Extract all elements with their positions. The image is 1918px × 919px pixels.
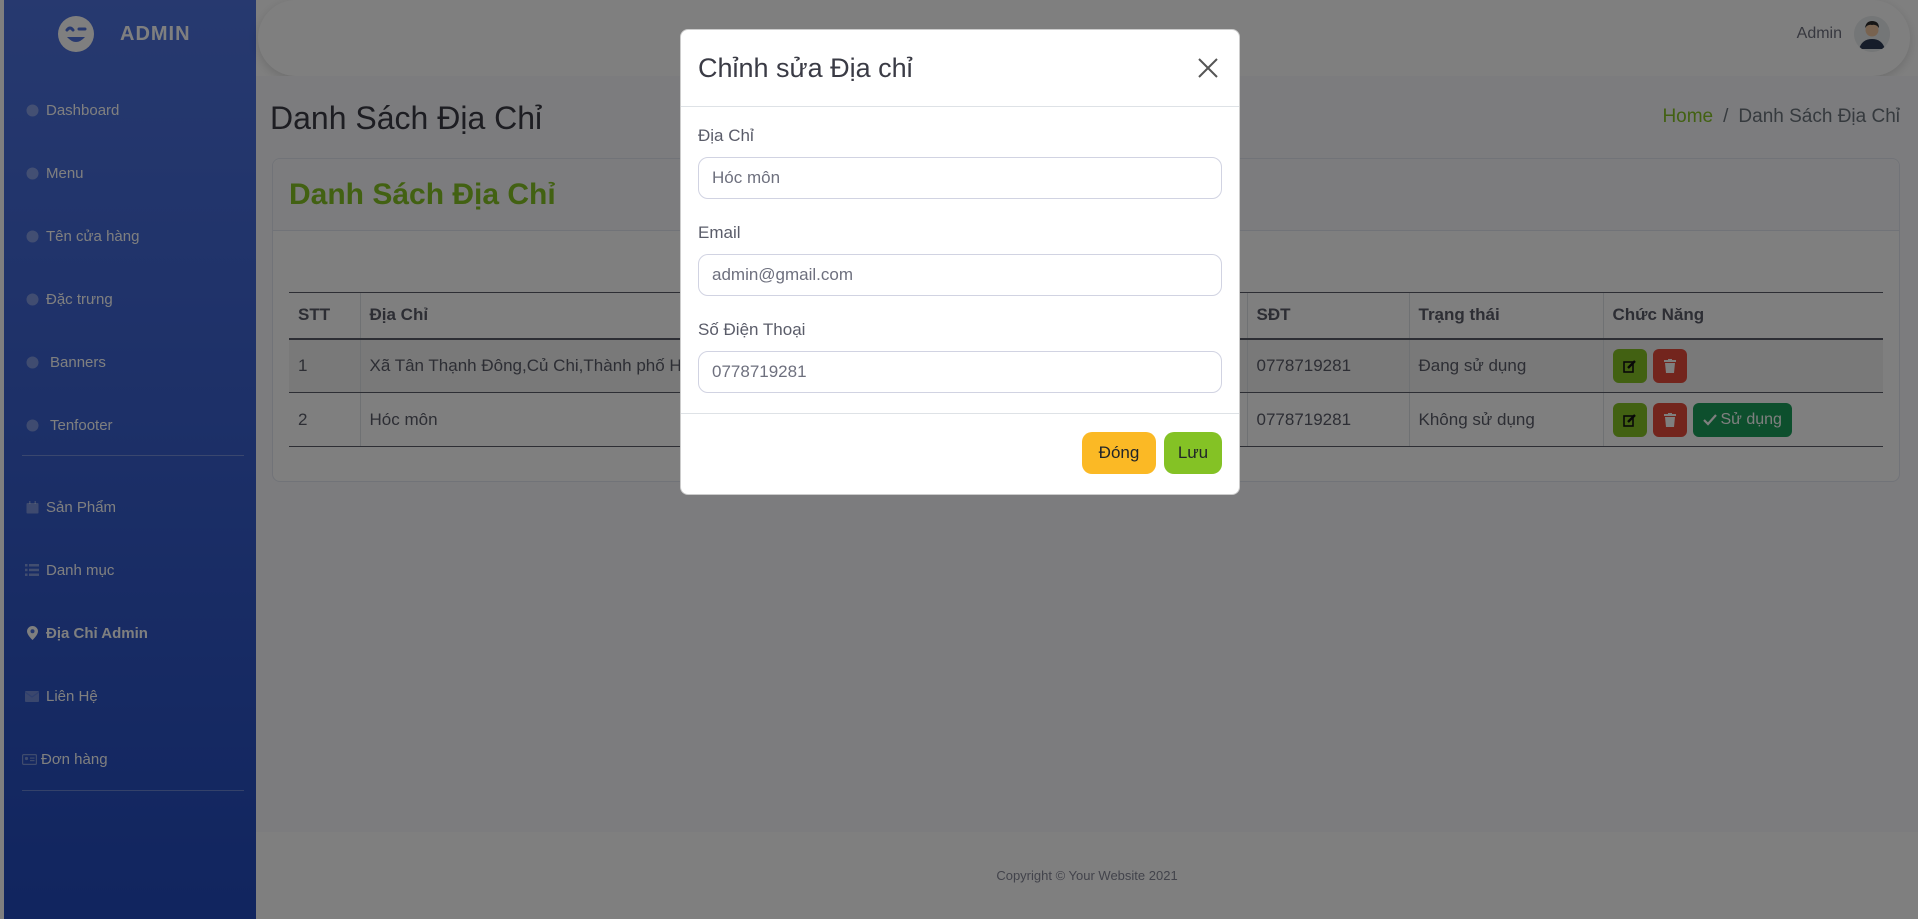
address-field[interactable] [698, 157, 1222, 199]
phone-field[interactable] [698, 351, 1222, 393]
address-field-label: Địa Chỉ [698, 126, 754, 145]
phone-field-label: Số Điện Thoại [698, 320, 806, 339]
save-button[interactable]: Lưu [1164, 432, 1222, 474]
close-modal-button[interactable]: Đóng [1082, 432, 1156, 474]
email-field[interactable] [698, 254, 1222, 296]
modal-header: Chỉnh sửa Địa chỉ [681, 30, 1239, 107]
app-root: ADMIN Dashboard Menu Tên cửa hàng Đặc tr… [0, 0, 1918, 919]
close-icon [1198, 58, 1218, 78]
modal-body: Địa Chỉ Email Số Điện Thoại [681, 107, 1239, 414]
close-button[interactable] [1193, 53, 1223, 83]
modal-footer: Đóng Lưu [681, 414, 1239, 494]
email-field-label: Email [698, 223, 741, 242]
edit-address-modal: Chỉnh sửa Địa chỉ Địa Chỉ Email Số Điện … [680, 29, 1240, 495]
modal-title: Chỉnh sửa Địa chỉ [698, 52, 913, 83]
